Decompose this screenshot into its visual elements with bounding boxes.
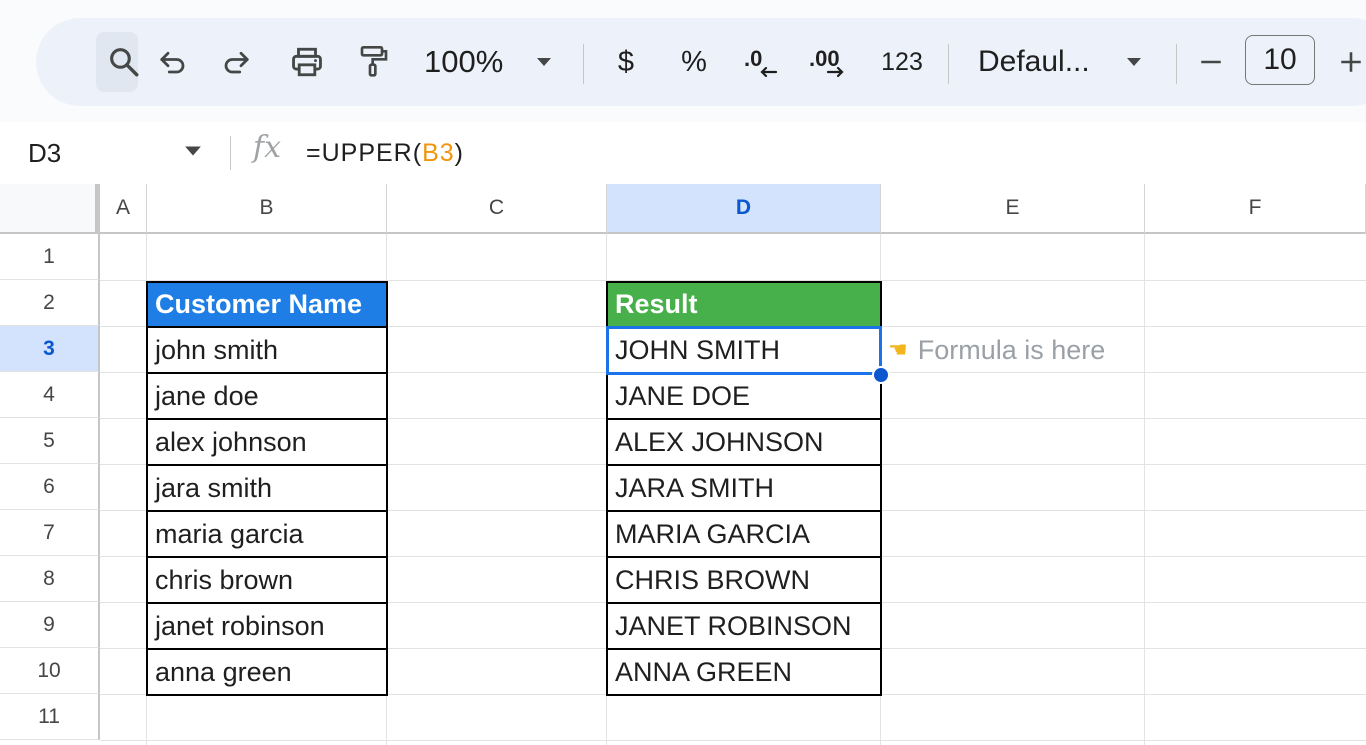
font-caret[interactable] [1122, 18, 1146, 106]
row-header-9[interactable]: 9 [0, 602, 100, 648]
name-cell[interactable]: anna green [146, 648, 388, 696]
column-header-d[interactable]: D [607, 184, 881, 234]
name-cell[interactable]: janet robinson [146, 602, 388, 650]
caret-down-icon [1127, 58, 1141, 66]
column-header-a[interactable]: A [100, 184, 147, 234]
paint-format-button[interactable] [354, 18, 394, 106]
paint-format-icon [360, 45, 388, 77]
row-header-7[interactable]: 7 [0, 510, 100, 556]
svg-text:.00: .00 [809, 46, 840, 71]
result-cell[interactable]: JARA SMITH [606, 464, 882, 512]
caret-down-icon [537, 58, 551, 66]
formula-bar: D3 fx =UPPER(B3) [0, 122, 1366, 184]
row-header-4[interactable]: 4 [0, 372, 100, 418]
zoom-select[interactable]: 100% [424, 18, 508, 106]
print-icon [292, 47, 322, 77]
formula-cell-reference: B3 [422, 138, 455, 167]
redo-icon [224, 51, 249, 74]
result-cell[interactable]: MARIA GARCIA [606, 510, 882, 558]
zoom-caret[interactable] [532, 18, 556, 106]
print-button[interactable] [286, 18, 328, 106]
name-box[interactable]: D3 [28, 122, 61, 184]
formula-text-end: ) [454, 138, 464, 167]
gridline [1144, 234, 1145, 745]
search-icon [110, 48, 139, 77]
row-header-1[interactable]: 1 [0, 234, 100, 280]
result-cell[interactable]: CHRIS BROWN [606, 556, 882, 604]
redo-button[interactable] [216, 18, 256, 106]
svg-text:.0: .0 [744, 46, 762, 71]
formula-input[interactable]: =UPPER(B3) [306, 122, 464, 184]
name-cell[interactable]: john smith [146, 326, 388, 374]
name-cell[interactable]: jara smith [146, 464, 388, 512]
increase-font-size-button[interactable] [1336, 18, 1366, 106]
undo-icon [160, 51, 185, 74]
active-cell-selection[interactable] [606, 326, 882, 375]
search-button[interactable] [94, 18, 154, 106]
toolbar-divider [583, 44, 584, 84]
result-cell[interactable]: JANE DOE [606, 372, 882, 420]
increase-decimal-button[interactable]: .00 [808, 18, 852, 106]
increase-decimal-icon: .00 [809, 46, 844, 78]
undo-button[interactable] [153, 18, 193, 106]
toolbar: 100% $ % .0 .00 123 Defaul... 10 [36, 18, 1366, 106]
result-cell[interactable]: ANNA GREEN [606, 648, 882, 696]
annotation-note: ☚ Formula is here [888, 327, 1105, 373]
font-size-input[interactable]: 10 [1245, 35, 1315, 85]
pointing-hand-icon: ☚ [888, 337, 908, 362]
row-header-11[interactable]: 11 [0, 694, 100, 740]
result-cell[interactable]: JANET ROBINSON [606, 602, 882, 650]
toolbar-divider [1176, 44, 1177, 84]
name-cell[interactable]: jane doe [146, 372, 388, 420]
row-header-10[interactable]: 10 [0, 648, 100, 694]
formula-bar-divider [230, 136, 231, 170]
function-icon: fx [253, 130, 282, 165]
format-currency-button[interactable]: $ [611, 18, 641, 106]
name-cell[interactable]: chris brown [146, 556, 388, 604]
row-header-8[interactable]: 8 [0, 556, 100, 602]
formula-text: =UPPER( [306, 138, 423, 167]
format-percent-button[interactable]: % [679, 18, 709, 106]
more-formats-button[interactable]: 123 [878, 18, 926, 106]
plus-icon [1341, 52, 1361, 72]
toolbar-divider [948, 44, 949, 84]
column-header-f[interactable]: F [1145, 184, 1366, 234]
result-cell[interactable]: ALEX JOHNSON [606, 418, 882, 466]
decrease-font-size-button[interactable] [1196, 18, 1226, 106]
decrease-decimal-icon: .0 [744, 46, 778, 78]
gridline [100, 740, 1366, 741]
decrease-decimal-button[interactable]: .0 [740, 18, 784, 106]
result-header[interactable]: Result [606, 281, 882, 328]
row-header-3[interactable]: 3 [0, 326, 100, 372]
font-select[interactable]: Defaul... [978, 18, 1104, 106]
name-cell[interactable]: alex johnson [146, 418, 388, 466]
name-cell[interactable]: maria garcia [146, 510, 388, 558]
row-header-2[interactable]: 2 [0, 280, 100, 326]
row-header-6[interactable]: 6 [0, 464, 100, 510]
spreadsheet-grid[interactable]: A B C D E F 1 2 3 4 5 6 7 8 9 10 11 Cust… [0, 184, 1366, 745]
column-header-c[interactable]: C [387, 184, 607, 234]
column-header-e[interactable]: E [881, 184, 1145, 234]
row-header-5[interactable]: 5 [0, 418, 100, 464]
column-header-b[interactable]: B [147, 184, 387, 234]
minus-icon [1201, 60, 1221, 64]
caret-down-icon[interactable] [184, 145, 202, 157]
annotation-text: Formula is here [917, 334, 1106, 365]
customer-name-header[interactable]: Customer Name [146, 281, 388, 328]
select-all-corner[interactable] [0, 184, 100, 234]
